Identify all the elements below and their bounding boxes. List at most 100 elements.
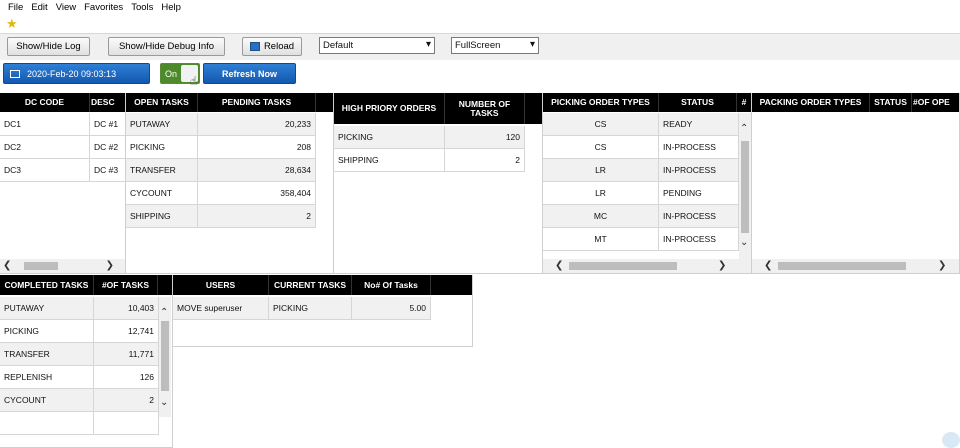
dashboard-content: DC CODE DESC DC1 DC #1 DC2 DC #2 DC3 DC …	[0, 90, 960, 448]
scrollbar-thumb[interactable]	[24, 262, 58, 270]
table-row[interactable]: SHIPPING 2	[126, 205, 316, 228]
layout-select[interactable]: Default ▾	[319, 37, 435, 54]
favorites-star-icon[interactable]: ★	[6, 17, 18, 31]
show-hide-debug-button[interactable]: Show/Hide Debug Info	[108, 37, 225, 56]
completed-tasks-header: COMPLETED TASKS #OF TASKS	[0, 275, 172, 295]
scrollbar-thumb[interactable]	[741, 141, 749, 233]
high-priority-panel: HIGH PRIORY ORDERS NUMBER OF TASKS PICKI…	[334, 93, 543, 274]
table-row[interactable]: MC IN-PROCESS	[543, 205, 739, 228]
scroll-right-icon[interactable]: ❯	[938, 259, 946, 273]
user-name-cell: MOVE superuser	[173, 297, 269, 319]
scroll-left-icon[interactable]: ❮	[3, 259, 11, 273]
table-row[interactable]: PUTAWAY 20,233	[126, 113, 316, 136]
horizontal-scrollbar[interactable]: ❮ ❯	[0, 259, 125, 273]
table-row[interactable]: PICKING 12,741	[0, 320, 159, 343]
col-completed-tasks[interactable]: COMPLETED TASKS	[0, 275, 94, 295]
picking-status-cell: PENDING	[659, 182, 739, 204]
col-number-of-tasks[interactable]: NUMBER OF TASKS	[445, 93, 525, 124]
completed-count-cell: 11,771	[94, 343, 159, 365]
col-pending-tasks[interactable]: PENDING TASKS	[198, 93, 316, 112]
col-users[interactable]: USERS	[173, 275, 269, 295]
refresh-now-button[interactable]: Refresh Now	[203, 63, 296, 84]
table-row[interactable]	[0, 412, 159, 435]
scroll-up-icon[interactable]: ⌃	[740, 123, 748, 135]
menu-favorites[interactable]: Favorites	[84, 2, 123, 13]
col-status[interactable]: STATUS	[659, 93, 737, 112]
completed-name-cell	[0, 412, 94, 434]
user-task-cell: PICKING	[269, 297, 352, 319]
vertical-scrollbar[interactable]: ⌃ ⌄	[159, 297, 171, 417]
horizontal-scrollbar[interactable]: ❮ ❯	[752, 259, 959, 273]
scroll-down-icon[interactable]: ⌄	[740, 237, 748, 249]
col-of-open[interactable]: #OF OPE	[912, 93, 959, 112]
col-current-tasks[interactable]: CURRENT TASKS	[269, 275, 352, 295]
dc-code-cell: DC1	[0, 113, 90, 135]
table-row[interactable]: PICKING 120	[334, 126, 525, 149]
table-row[interactable]: DC3 DC #3	[0, 159, 125, 182]
table-row[interactable]: LR IN-PROCESS	[543, 159, 739, 182]
reload-label: Reload	[263, 41, 295, 52]
col-desc[interactable]: DESC	[90, 93, 125, 112]
completed-name-cell: CYCOUNT	[0, 389, 94, 411]
scroll-down-icon[interactable]: ⌄	[160, 397, 168, 409]
task-count-cell: 2	[198, 205, 316, 227]
horizontal-scrollbar[interactable]: ❮ ❯	[543, 259, 751, 273]
table-row[interactable]: MOVE superuser PICKING 5.00	[173, 297, 431, 320]
picking-type-cell: LR	[543, 182, 659, 204]
date-picker-button[interactable]: 2020-Feb-20 09:03:13	[3, 63, 150, 84]
toggle-label: On	[165, 69, 178, 79]
table-row[interactable]: DC2 DC #2	[0, 136, 125, 159]
picking-type-cell: CS	[543, 113, 659, 135]
table-row[interactable]: LR PENDING	[543, 182, 739, 205]
table-row[interactable]: CS READY	[543, 113, 739, 136]
col-packing-order-types[interactable]: PACKING ORDER TYPES	[752, 93, 870, 112]
table-row[interactable]: MT IN-PROCESS	[543, 228, 739, 251]
table-row[interactable]: REPLENISH 126	[0, 366, 159, 389]
scroll-left-icon[interactable]: ❮	[555, 259, 563, 273]
scrollbar-thumb[interactable]	[161, 321, 169, 391]
table-row[interactable]: PICKING 208	[126, 136, 316, 159]
menu-file[interactable]: File	[8, 2, 23, 13]
picking-type-cell: MT	[543, 228, 659, 250]
task-count-cell: 358,404	[198, 182, 316, 204]
dc-code-cell: DC3	[0, 159, 90, 181]
col-dc-code[interactable]: DC CODE	[0, 93, 90, 112]
table-row[interactable]: CS IN-PROCESS	[543, 136, 739, 159]
table-row[interactable]: DC1 DC #1	[0, 113, 125, 136]
table-row[interactable]: CYCOUNT 358,404	[126, 182, 316, 205]
col-picking-order-types[interactable]: PICKING ORDER TYPES	[543, 93, 659, 112]
vertical-scrollbar[interactable]: ⌃ ⌄	[739, 113, 751, 259]
completed-name-cell: PICKING	[0, 320, 94, 342]
table-row[interactable]: TRANSFER 28,634	[126, 159, 316, 182]
scroll-left-icon[interactable]: ❮	[764, 259, 772, 273]
col-packing-status[interactable]: STATUS	[870, 93, 912, 112]
picking-status-cell: IN-PROCESS	[659, 136, 739, 158]
col-count[interactable]: #	[737, 93, 751, 112]
show-hide-log-button[interactable]: Show/Hide Log	[7, 37, 90, 56]
scroll-up-icon[interactable]: ⌃	[160, 307, 168, 319]
scroll-right-icon[interactable]: ❯	[106, 259, 114, 273]
scrollbar-thumb[interactable]	[569, 262, 677, 270]
col-high-priority-orders[interactable]: HIGH PRIORY ORDERS	[334, 93, 445, 124]
mode-select[interactable]: FullScreen ▾	[451, 37, 539, 54]
table-row[interactable]: PUTAWAY 10,403	[0, 297, 159, 320]
completed-count-cell: 2	[94, 389, 159, 411]
menu-tools[interactable]: Tools	[131, 2, 153, 13]
scrollbar-thumb[interactable]	[778, 262, 906, 270]
col-open-tasks[interactable]: OPEN TASKS	[126, 93, 198, 112]
menu-edit[interactable]: Edit	[31, 2, 47, 13]
menu-view[interactable]: View	[56, 2, 76, 13]
table-row[interactable]: SHIPPING 2	[334, 149, 525, 172]
menu-bar: File Edit View Favorites Tools Help	[0, 0, 960, 15]
table-row[interactable]: CYCOUNT 2	[0, 389, 159, 412]
col-of-tasks[interactable]: #OF TASKS	[94, 275, 158, 295]
menu-help[interactable]: Help	[161, 2, 181, 13]
scroll-right-icon[interactable]: ❯	[718, 259, 726, 273]
completed-name-cell: TRANSFER	[0, 343, 94, 365]
col-no-of-tasks[interactable]: No# Of Tasks	[352, 275, 431, 295]
reload-button[interactable]: Reload	[242, 37, 302, 56]
table-row[interactable]: TRANSFER 11,771	[0, 343, 159, 366]
completed-count-cell	[94, 412, 159, 434]
dc-table-header: DC CODE DESC	[0, 93, 125, 112]
dc-desc-cell: DC #1	[90, 113, 125, 135]
